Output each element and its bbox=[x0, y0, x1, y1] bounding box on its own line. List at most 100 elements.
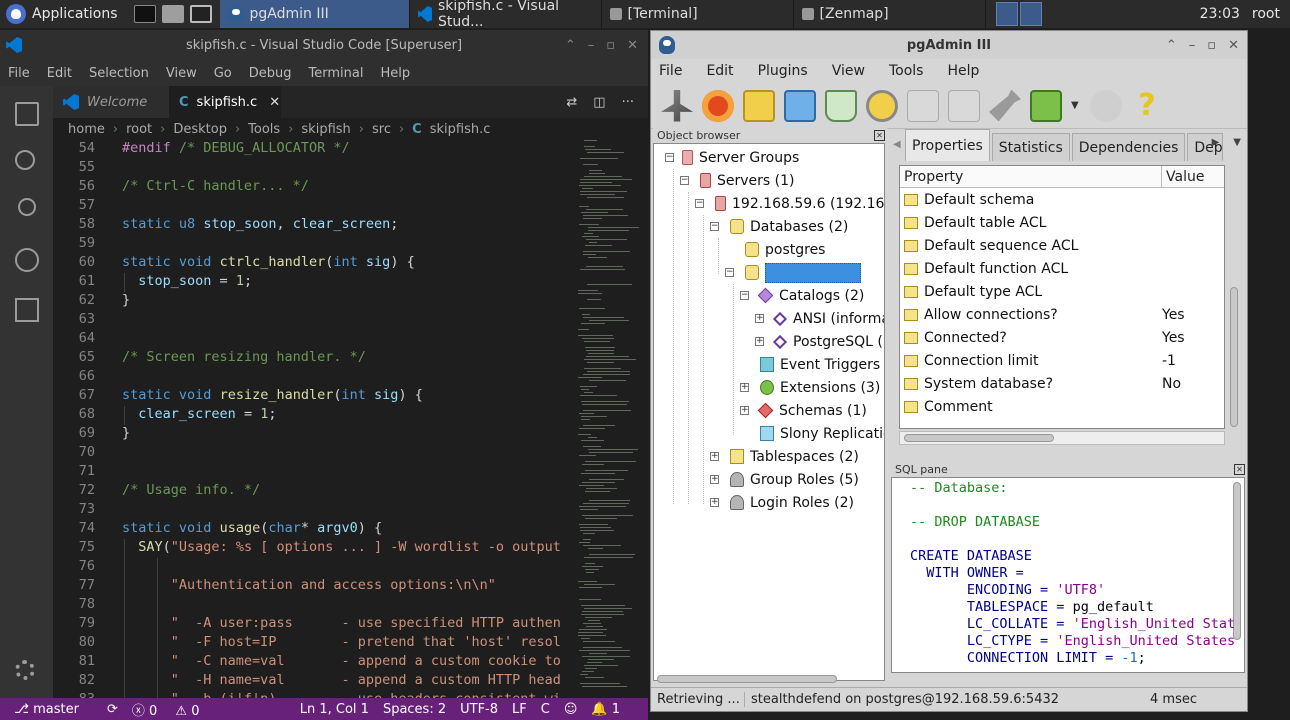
expand-node-icon[interactable]: + bbox=[710, 452, 719, 461]
collapse-node-icon[interactable]: − bbox=[680, 176, 689, 185]
close-panel-icon[interactable]: ✕ bbox=[874, 129, 885, 141]
column-property[interactable]: Property bbox=[900, 166, 1162, 187]
tree-node[interactable]: ANSI (informa bbox=[772, 307, 884, 330]
tree-node[interactable]: postgres bbox=[745, 238, 825, 261]
file-manager-launcher-icon[interactable] bbox=[161, 5, 184, 23]
menu-tools[interactable]: Tools bbox=[889, 63, 924, 79]
feedback-icon[interactable]: ☺ bbox=[564, 702, 578, 717]
code-line[interactable]: 62} bbox=[53, 292, 648, 311]
code-line[interactable]: 55 bbox=[53, 159, 648, 178]
breadcrumb-item[interactable]: home bbox=[68, 122, 105, 137]
code-line[interactable]: 83 " -b (i|f|p) - use headers consistent… bbox=[53, 691, 648, 698]
code-line[interactable]: 69} bbox=[53, 425, 648, 444]
tree-node[interactable]: 192.168.59.6 (192.168 bbox=[715, 192, 884, 215]
property-row[interactable]: Default table ACL bbox=[900, 211, 1224, 234]
minimize-icon[interactable]: – bbox=[588, 38, 595, 53]
tree-node[interactable]: Extensions (3) bbox=[760, 376, 880, 399]
collapse-node-icon[interactable]: − bbox=[710, 222, 719, 231]
breadcrumb-item[interactable]: skipfish bbox=[301, 122, 350, 137]
view-data-icon[interactable] bbox=[907, 89, 939, 122]
tab-scroll-left-icon[interactable]: ◀ bbox=[893, 139, 901, 150]
search-icon[interactable] bbox=[15, 150, 35, 170]
collapse-node-icon[interactable]: − bbox=[695, 199, 704, 208]
sql-query-icon[interactable] bbox=[866, 89, 898, 122]
branch-status[interactable]: ⎇ master bbox=[14, 702, 93, 717]
code-line[interactable]: 59 bbox=[53, 235, 648, 254]
code-line[interactable]: 80 " -F host=IP - pretend that 'host' re… bbox=[53, 634, 648, 653]
maximize-icon[interactable]: ▫ bbox=[606, 38, 615, 53]
object-browser-scrollbar[interactable] bbox=[653, 673, 885, 685]
split-editor-icon[interactable]: ◫ bbox=[593, 95, 605, 110]
tab-welcome[interactable]: Welcome bbox=[53, 86, 169, 118]
code-line[interactable]: 75 SAY("Usage: %s [ options ... ] -W wor… bbox=[53, 539, 648, 558]
explorer-icon[interactable] bbox=[15, 102, 39, 126]
code-line[interactable]: 76 bbox=[53, 558, 648, 577]
applications-menu[interactable]: Applications bbox=[0, 0, 124, 28]
properties-v-scrollbar[interactable] bbox=[1229, 165, 1239, 445]
menu-plugins[interactable]: Plugins bbox=[758, 63, 808, 79]
code-line[interactable]: 61 stop_soon = 1; bbox=[53, 273, 648, 292]
code-line[interactable]: 81 " -C name=val - append a custom cooki… bbox=[53, 653, 648, 672]
menu-terminal[interactable]: Terminal bbox=[309, 66, 364, 81]
expand-node-icon[interactable]: + bbox=[740, 406, 749, 415]
column-value[interactable]: Value bbox=[1162, 166, 1204, 187]
code-line[interactable]: 58 static u8 stop_soon, clear_screen; bbox=[53, 216, 648, 235]
language-mode[interactable]: C bbox=[541, 702, 550, 717]
debug-icon[interactable] bbox=[15, 248, 39, 272]
task-pgadmin[interactable]: pgAdmin III bbox=[219, 0, 410, 28]
tab-scroll-right-icon[interactable]: ▶ bbox=[1212, 137, 1220, 148]
menu-edit[interactable]: Edit bbox=[47, 66, 72, 81]
menu-view[interactable]: View bbox=[166, 66, 197, 81]
code-line[interactable]: 79 " -A user:pass - use specified HTTP a… bbox=[53, 615, 648, 634]
property-row[interactable]: Default function ACL bbox=[900, 257, 1224, 280]
expand-node-icon[interactable]: + bbox=[710, 498, 719, 507]
property-row[interactable]: Default sequence ACL bbox=[900, 234, 1224, 257]
code-line[interactable]: 78 bbox=[53, 596, 648, 615]
breadcrumb-item[interactable]: Desktop bbox=[173, 122, 227, 137]
tree-node[interactable]: Server Groups bbox=[682, 146, 799, 169]
code-editor[interactable]: 54 #endif /* DEBUG_ALLOCATOR */ 55 56 /* Ctr… bbox=[53, 140, 648, 698]
maximize-icon[interactable]: ▫ bbox=[1207, 38, 1216, 53]
encoding[interactable]: UTF-8 bbox=[460, 702, 498, 717]
create-object-icon[interactable] bbox=[743, 89, 775, 122]
code-line[interactable]: 56 /* Ctrl-C handler... */ bbox=[53, 178, 648, 197]
close-icon[interactable]: ✕ bbox=[1228, 38, 1239, 53]
tab-list-icon[interactable]: ▼ bbox=[1233, 137, 1241, 148]
object-tree[interactable]: − Server Groups − Servers (1) − 192.168.59.6 … bbox=[653, 143, 885, 681]
property-row[interactable]: Default schema bbox=[900, 188, 1224, 211]
window-up-icon[interactable]: ⌃ bbox=[1166, 38, 1177, 53]
menu-edit[interactable]: Edit bbox=[706, 63, 733, 79]
tab-properties[interactable]: Properties bbox=[905, 129, 990, 161]
breadcrumb-item[interactable]: root bbox=[126, 122, 152, 137]
tab-dependencies[interactable]: Dependencies bbox=[1071, 133, 1186, 161]
code-line[interactable]: 57 bbox=[53, 197, 648, 216]
menu-view[interactable]: View bbox=[832, 63, 865, 79]
filtered-data-icon[interactable] bbox=[948, 89, 980, 122]
code-line[interactable]: 54 #endif /* DEBUG_ALLOCATOR */ bbox=[53, 140, 648, 159]
collapse-node-icon[interactable]: − bbox=[725, 268, 734, 277]
task-zenmap[interactable]: [Zenmap] bbox=[794, 0, 986, 28]
plugins-dropdown-icon[interactable]: ▼ bbox=[1071, 90, 1081, 122]
expand-node-icon[interactable]: + bbox=[755, 314, 764, 323]
cursor-position[interactable]: Ln 1, Col 1 bbox=[300, 702, 369, 717]
code-line[interactable]: 72 /* Usage info. */ bbox=[53, 482, 648, 501]
tree-node[interactable]: PostgreSQL (p bbox=[772, 330, 884, 353]
minimize-icon[interactable]: – bbox=[1189, 38, 1196, 53]
property-row[interactable]: Allow connections? Yes bbox=[900, 303, 1224, 326]
property-row[interactable]: Connection limit -1 bbox=[900, 349, 1224, 372]
tree-node[interactable]: Catalogs (2) bbox=[757, 284, 864, 307]
code-line[interactable]: 70 bbox=[53, 444, 648, 463]
workspace-1[interactable] bbox=[995, 2, 1018, 26]
menu-help[interactable]: Help bbox=[380, 66, 410, 81]
tree-node[interactable]: Slony Replicatio bbox=[760, 422, 884, 445]
property-row[interactable]: Comment bbox=[900, 395, 1224, 418]
tree-node[interactable]: Group Roles (5) bbox=[730, 468, 859, 491]
code-line[interactable]: 64 bbox=[53, 330, 648, 349]
collapse-node-icon[interactable]: − bbox=[665, 153, 674, 162]
tab-statistics[interactable]: Statistics bbox=[991, 133, 1070, 161]
window-up-icon[interactable]: ⌃ bbox=[565, 38, 576, 53]
indentation[interactable]: Spaces: 2 bbox=[383, 702, 446, 717]
connect-plug-icon[interactable] bbox=[661, 89, 693, 122]
code-line[interactable]: 67 static void resize_handler(int sig) { bbox=[53, 387, 648, 406]
tree-node[interactable]: Schemas (1) bbox=[757, 399, 867, 422]
